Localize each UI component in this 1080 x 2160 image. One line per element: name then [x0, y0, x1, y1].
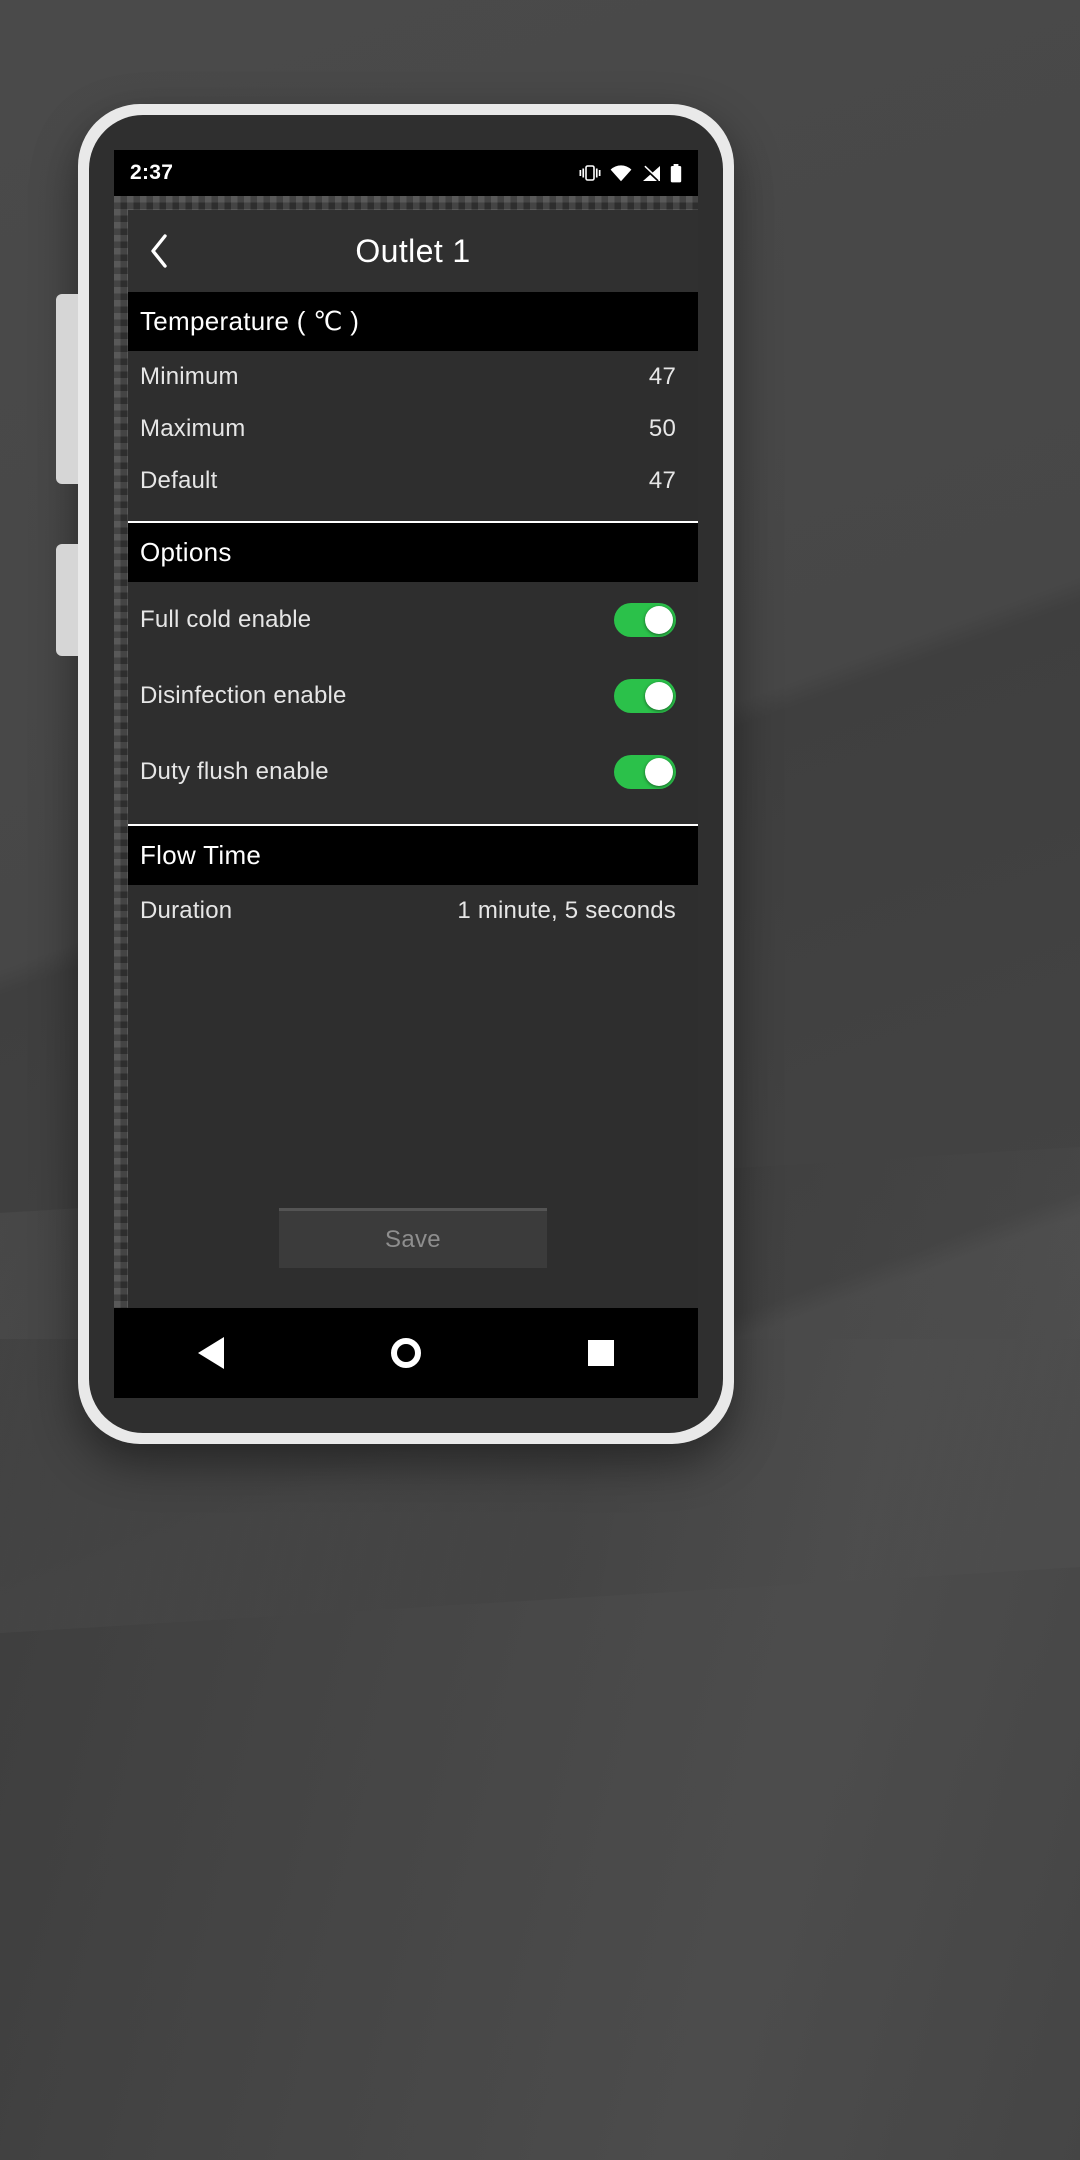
row-value-duration: 1 minute, 5 seconds — [457, 897, 676, 924]
home-circle-icon — [390, 1338, 421, 1368]
row-label-minimum: Minimum — [140, 363, 239, 390]
vibrate-icon — [579, 164, 601, 182]
battery-icon — [670, 163, 682, 183]
row-label-duty-flush-enable: Duty flush enable — [140, 758, 329, 785]
nav-home-button[interactable] — [363, 1308, 449, 1398]
table-row[interactable]: Minimum 47 — [128, 351, 698, 403]
toggle-knob — [645, 758, 673, 786]
power-button[interactable] — [56, 544, 78, 656]
toggle-knob — [645, 606, 673, 634]
status-bar: 2:37 — [114, 150, 698, 196]
nav-back-button[interactable] — [168, 1308, 254, 1398]
row-label-full-cold-enable: Full cold enable — [140, 606, 312, 633]
android-navigation-bar — [114, 1308, 698, 1398]
section-header-flow-time: Flow Time — [128, 826, 698, 885]
status-bar-icons — [579, 163, 682, 183]
toggle-knob — [645, 682, 673, 710]
page-title: Outlet 1 — [355, 232, 471, 269]
table-row[interactable]: Duration 1 minute, 5 seconds — [128, 885, 698, 937]
section-options: Options Full cold enable Disinfection en… — [128, 521, 698, 810]
back-button[interactable] — [128, 210, 190, 292]
row-label-disinfection-enable: Disinfection enable — [140, 682, 347, 709]
settings-content: Temperature ( ℃ ) Minimum 47 Maximum 50 … — [128, 292, 698, 1308]
section-flow-time: Flow Time Duration 1 minute, 5 seconds — [128, 824, 698, 937]
cellular-signal-icon — [641, 165, 661, 182]
toggle-full-cold-enable[interactable] — [614, 603, 676, 637]
save-button[interactable]: Save — [279, 1208, 547, 1268]
toggle-duty-flush-enable[interactable] — [614, 755, 676, 789]
back-triangle-icon — [198, 1337, 225, 1369]
app-body: Outlet 1 Temperature ( ℃ ) Minimum 47 Ma… — [128, 210, 698, 1308]
phone-device-frame: 2:37 Outlet 1 Temperature (℃) Minimum … — [56, 104, 734, 1444]
table-row[interactable]: Disinfection enable — [128, 658, 698, 734]
table-row[interactable]: Duty flush enable — [128, 734, 698, 810]
phone-screen: 2:37 Outlet 1 Temperature (℃) Minimum … — [114, 150, 698, 1398]
row-value-maximum: 50 — [648, 415, 676, 442]
row-value-minimum: 47 — [648, 363, 676, 390]
row-label-default: Default — [140, 467, 218, 494]
table-row[interactable]: Full cold enable — [128, 582, 698, 658]
table-row[interactable]: Maximum 50 — [128, 403, 698, 455]
nav-recents-button[interactable] — [558, 1308, 644, 1398]
section-header-options: Options — [128, 523, 698, 582]
recents-square-icon — [587, 1340, 614, 1366]
app-title-bar: Outlet 1 — [128, 210, 698, 292]
table-row[interactable]: Default 47 — [128, 455, 698, 507]
wifi-icon — [610, 164, 632, 182]
save-button-area: Save — [128, 1208, 698, 1308]
section-header-temperature: Temperature ( ℃ ) — [128, 292, 698, 351]
row-label-maximum: Maximum — [140, 415, 246, 442]
row-value-default: 47 — [648, 467, 676, 494]
toggle-disinfection-enable[interactable] — [614, 679, 676, 713]
chevron-left-icon — [149, 234, 169, 268]
phone-bezel: 2:37 Outlet 1 Temperature (℃) Minimum … — [89, 115, 723, 1433]
section-temperature: Temperature ( ℃ ) Minimum 47 Maximum 50 … — [128, 292, 698, 507]
status-bar-clock: 2:37 — [130, 161, 174, 184]
row-label-duration: Duration — [140, 897, 233, 924]
app-content-frame: Outlet 1 Temperature ( ℃ ) Minimum 47 Ma… — [114, 196, 698, 1308]
volume-button[interactable] — [56, 294, 78, 484]
